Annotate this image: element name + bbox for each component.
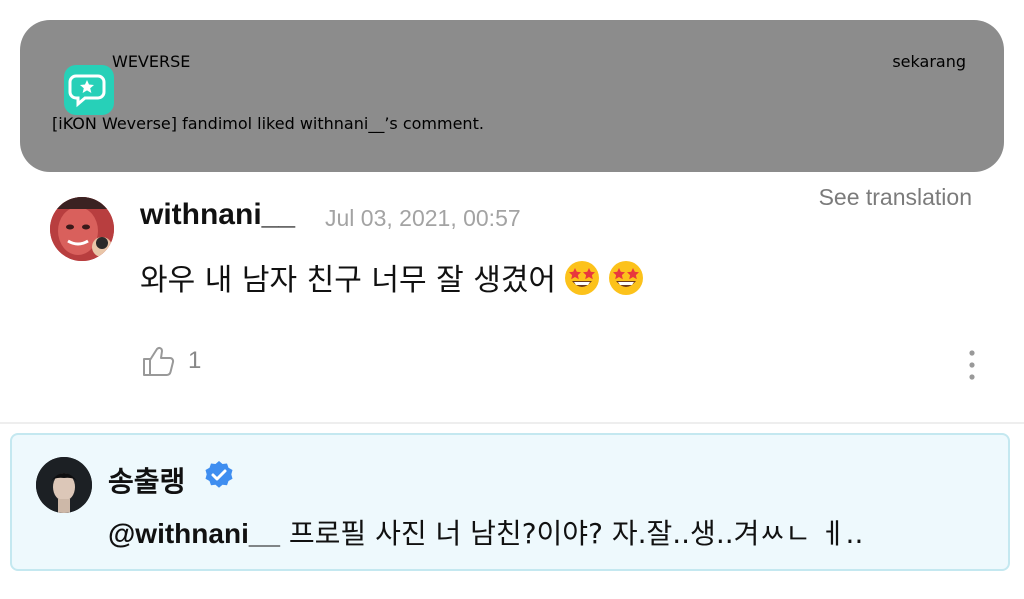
comment-username[interactable]: withnani__: [140, 198, 295, 232]
star-struck-emoji: [565, 261, 600, 295]
divider: [0, 422, 1024, 424]
comment-text: 와우 내 남자 친구 너무 잘 생겼어: [140, 255, 644, 299]
see-translation-link[interactable]: See translation: [819, 184, 972, 211]
reply-avatar[interactable]: [36, 457, 92, 513]
thumbs-up-icon[interactable]: [140, 343, 176, 379]
notification-banner[interactable]: [20, 20, 1004, 172]
notification-app-name: WEVERSE: [112, 52, 191, 71]
reply-username[interactable]: 송출랭: [108, 460, 185, 500]
like-count: 1: [188, 347, 202, 374]
weverse-app-icon: [64, 65, 114, 115]
reply-mention[interactable]: @withnani__: [108, 518, 280, 549]
comment-timestamp: Jul 03, 2021, 00:57: [325, 205, 521, 231]
notification-message: [iKON Weverse] fandimol liked withnani__…: [52, 114, 484, 133]
notification-time: sekarang: [892, 52, 966, 71]
more-vertical-icon[interactable]: [962, 348, 982, 382]
reply-body: 프로필 사진 너 남친?이야? 자.잘..생..겨ㅆㄴ ㅔ..: [288, 517, 864, 550]
avatar[interactable]: [50, 197, 114, 261]
verified-badge-icon: [205, 461, 233, 488]
star-struck-emoji: [609, 261, 644, 295]
comment-body: 와우 내 남자 친구 너무 잘 생겼어: [140, 263, 557, 298]
reply-text: @withnani__ 프로필 사진 너 남친?이야? 자.잘..생..겨ㅆㄴ …: [108, 512, 863, 552]
